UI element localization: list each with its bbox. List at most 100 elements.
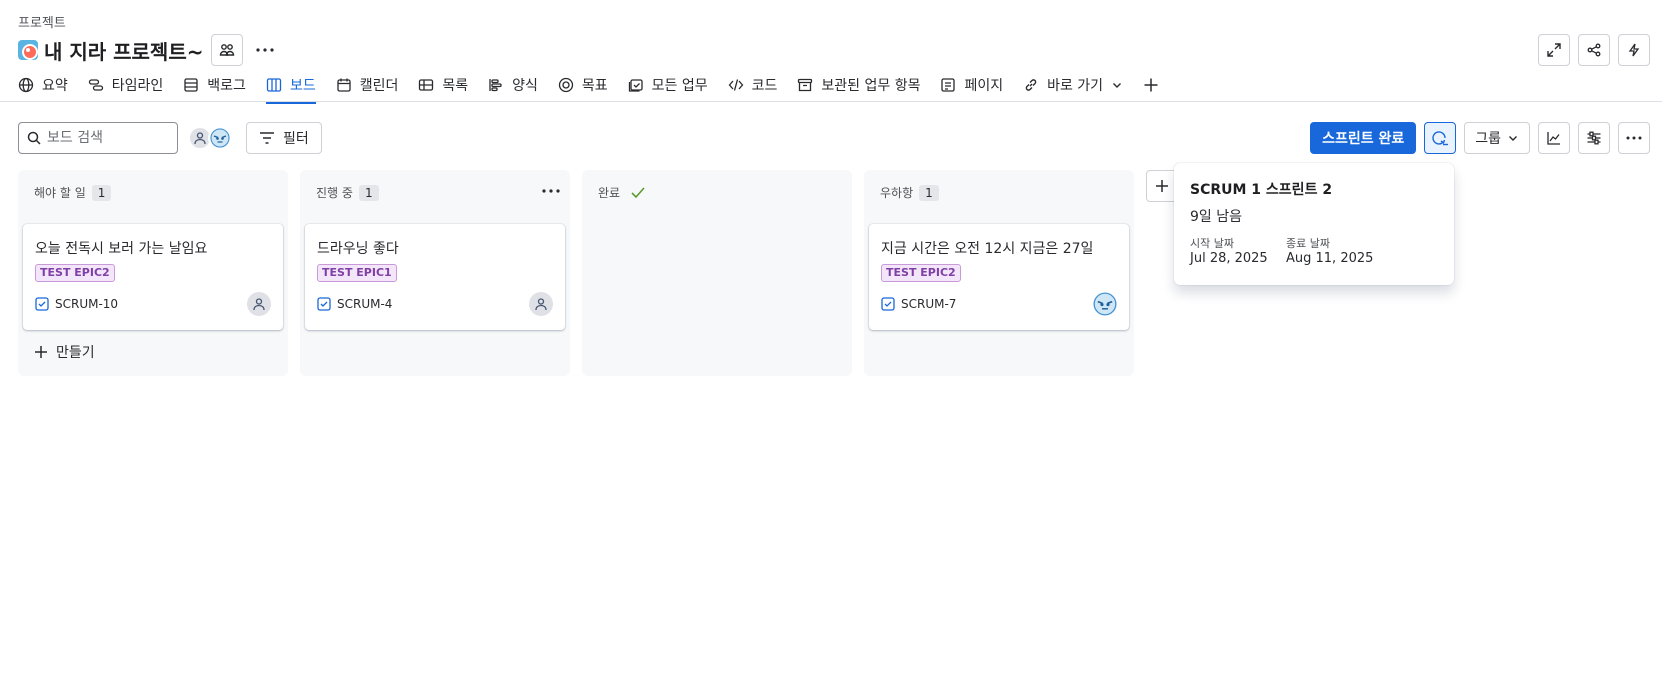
search-input[interactable] — [47, 130, 167, 146]
expand-icon — [1547, 43, 1561, 57]
epic-badge: TEST EPIC2 — [881, 264, 961, 282]
page-title: 내 지라 프로젝트~ — [44, 39, 204, 64]
board-search[interactable] — [18, 122, 178, 154]
chevron-down-icon[interactable] — [1111, 79, 1123, 91]
tab-label: 양식 — [512, 78, 538, 94]
task-checkbox-icon — [317, 297, 331, 311]
issue-card[interactable]: 지금 시간은 오전 12시 지금은 27일 TEST EPIC2 SCRUM-7 — [869, 224, 1129, 330]
tab-board[interactable]: 보드 — [265, 72, 316, 104]
avatar[interactable] — [1093, 292, 1117, 316]
epic-badge: TEST EPIC2 — [35, 264, 115, 282]
start-date-value: Jul 28, 2025 — [1190, 251, 1268, 266]
tab-archived[interactable]: 보관된 업무 항목 — [797, 72, 920, 98]
tab-summary[interactable]: 요약 — [18, 72, 68, 98]
insights-button[interactable] — [1538, 122, 1570, 154]
share-button[interactable] — [1578, 34, 1610, 66]
team-button[interactable] — [211, 34, 244, 66]
backlog-icon — [184, 78, 198, 92]
tab-list[interactable]: 목록 — [418, 72, 468, 98]
project-avatar-icon — [18, 40, 38, 60]
end-date-label: 종료 날짜 — [1286, 237, 1330, 250]
tab-backlog[interactable]: 백로그 — [183, 72, 246, 98]
board-toolbar: 필터 스프린트 완료 그룹 — [18, 122, 1650, 154]
sprint-icon — [1432, 131, 1449, 146]
tab-label: 백로그 — [207, 78, 246, 94]
avatar[interactable] — [529, 292, 553, 316]
tab-timeline[interactable]: 타임라인 — [88, 72, 164, 98]
board-column-custom: 우하항 1 지금 시간은 오전 12시 지금은 27일 TEST EPIC2 S… — [864, 170, 1134, 376]
tab-label: 보드 — [289, 78, 316, 94]
sprint-info-button[interactable] — [1424, 122, 1457, 154]
group-button[interactable]: 그룹 — [1464, 122, 1530, 154]
column-name: 진행 중 — [316, 186, 353, 200]
user-icon — [253, 298, 265, 311]
column-name: 해야 할 일 — [34, 186, 86, 200]
more-icon — [1626, 136, 1642, 140]
view-settings-button[interactable] — [1578, 122, 1610, 154]
check-icon — [631, 186, 645, 198]
issue-key-row: SCRUM-4 — [317, 297, 392, 311]
tab-calendar[interactable]: 캘린더 — [336, 72, 399, 98]
end-date-value: Aug 11, 2025 — [1286, 251, 1374, 266]
create-issue-button[interactable]: 만들기 — [34, 342, 95, 362]
form-icon — [489, 79, 502, 92]
column-header[interactable]: 우하항 1 — [880, 184, 939, 201]
plus-icon — [1144, 78, 1158, 92]
share-icon — [1587, 43, 1601, 57]
tab-all-work[interactable]: 모든 업무 — [628, 72, 708, 98]
globe-icon — [18, 77, 34, 93]
sprint-title: SCRUM 1 스프린트 2 — [1190, 182, 1333, 198]
issue-card[interactable]: 오늘 전독시 보러 가는 날임요 TEST EPIC2 SCRUM-10 — [23, 224, 283, 330]
filter-button[interactable]: 필터 — [246, 122, 322, 154]
issue-key: SCRUM-7 — [901, 297, 957, 311]
board-column-done: 완료 — [582, 170, 852, 376]
create-label: 만들기 — [56, 345, 95, 361]
breadcrumb[interactable]: 프로젝트 — [18, 12, 66, 31]
user-icon — [535, 298, 547, 311]
column-header[interactable]: 완료 — [598, 184, 646, 201]
search-icon — [27, 131, 41, 145]
filter-icon — [260, 132, 274, 144]
sprint-remaining: 9일 남음 — [1190, 209, 1242, 225]
project-more-button[interactable] — [249, 34, 281, 66]
bot-avatar-icon — [1093, 292, 1117, 316]
card-title: 지금 시간은 오전 12시 지금은 27일 — [881, 241, 1094, 257]
issue-card[interactable]: 드라우닝 좋다 TEST EPIC1 SCRUM-4 — [305, 224, 565, 330]
tab-label: 캘린더 — [359, 78, 399, 94]
list-icon — [419, 79, 434, 91]
column-count: 1 — [358, 184, 379, 201]
tab-pages[interactable]: 페이지 — [940, 72, 1003, 98]
tab-label: 타임라인 — [111, 78, 164, 94]
tab-label: 보관된 업무 항목 — [821, 78, 921, 94]
board-more-button[interactable] — [1618, 122, 1650, 154]
issue-key-row: SCRUM-10 — [35, 297, 118, 311]
assignee-filter-avatars — [188, 126, 232, 150]
add-tab-button[interactable] — [1143, 72, 1159, 98]
avatar[interactable] — [208, 126, 232, 150]
complete-sprint-button[interactable]: 스프린트 완료 — [1310, 122, 1417, 154]
tab-code[interactable]: 코드 — [728, 72, 777, 98]
board-column-in-progress: 진행 중 1 드라우닝 좋다 TEST EPIC1 SCRUM-4 — [300, 170, 570, 376]
automation-button[interactable] — [1618, 34, 1650, 66]
tab-shortcuts[interactable]: 바로 가기 — [1023, 72, 1123, 98]
column-count: 1 — [919, 184, 939, 201]
column-header[interactable]: 해야 할 일 1 — [34, 184, 112, 201]
column-more-button[interactable] — [542, 182, 560, 198]
column-header[interactable]: 진행 중 1 — [316, 184, 379, 201]
tab-label: 모든 업무 — [651, 78, 708, 94]
page-icon — [941, 78, 956, 92]
tab-goals[interactable]: 목표 — [558, 72, 608, 98]
tab-label: 목록 — [442, 78, 469, 94]
plus-icon — [1156, 180, 1168, 192]
more-icon — [542, 189, 560, 193]
column-name: 완료 — [598, 186, 621, 200]
tab-form[interactable]: 양식 — [488, 72, 538, 98]
toolbar-actions: 스프린트 완료 그룹 — [1310, 122, 1650, 154]
bot-avatar-icon — [210, 128, 230, 148]
fullscreen-button[interactable] — [1538, 34, 1570, 66]
link-icon — [1025, 79, 1037, 91]
avatar[interactable] — [247, 292, 271, 316]
project-tabs: 요약 타임라인 백로그 보드 캘린더 목록 양식 목표 모든 업무 코드 보관된… — [18, 72, 1159, 104]
tab-label: 요약 — [42, 78, 68, 94]
card-title: 오늘 전독시 보러 가는 날임요 — [35, 241, 208, 257]
